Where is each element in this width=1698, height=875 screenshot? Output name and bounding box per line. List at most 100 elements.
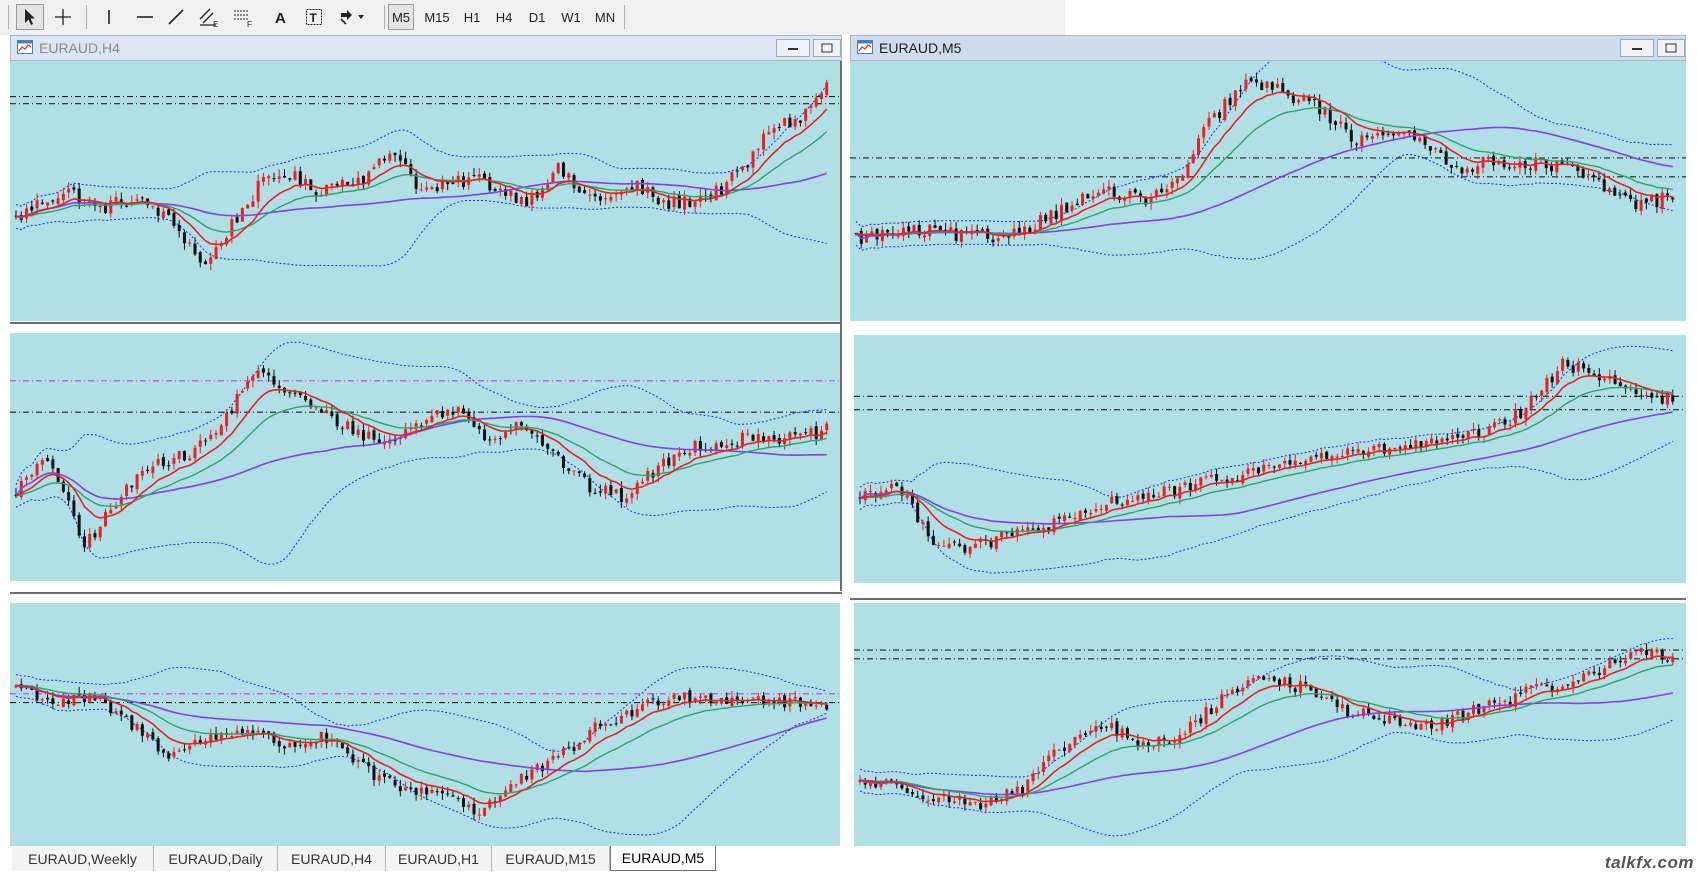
crosshair-tool-button[interactable]	[48, 4, 78, 30]
candle	[351, 749, 355, 766]
candle	[419, 781, 423, 800]
candle	[625, 709, 629, 718]
candle	[93, 529, 97, 541]
tab-euraud-daily[interactable]: EURAUD,Daily	[154, 846, 278, 871]
candle	[1099, 721, 1103, 733]
candle	[895, 778, 899, 789]
chart-panel-m5[interactable]	[850, 61, 1686, 321]
candle	[109, 503, 113, 514]
candle	[886, 229, 890, 238]
timeframe-button-h1[interactable]: H1	[458, 4, 486, 30]
tab-euraud-h4[interactable]: EURAUD,H4	[278, 846, 386, 871]
chart-panel-left-bottom[interactable]	[10, 603, 840, 846]
timeframe-button-m5[interactable]: M5	[388, 4, 414, 30]
chart-panel-left-middle[interactable]	[10, 333, 840, 581]
price-chart[interactable]	[854, 603, 1686, 846]
price-chart[interactable]	[850, 61, 1686, 321]
candle	[1428, 146, 1432, 156]
timeframe-button-w1[interactable]: W1	[556, 4, 586, 30]
timeframe-button-mn[interactable]: MN	[590, 4, 620, 30]
chart-window-icon	[17, 39, 33, 57]
window-title-m5[interactable]: EURAUD,M5	[850, 35, 1686, 61]
restore-button[interactable]	[813, 39, 841, 57]
text-label-tool-button[interactable]: T	[300, 4, 328, 30]
text-tool-button[interactable]: A	[268, 4, 294, 30]
minimize-button[interactable]	[776, 39, 810, 57]
candle	[35, 461, 39, 480]
candle	[1518, 156, 1522, 175]
candle	[640, 698, 644, 712]
candle	[1519, 406, 1523, 420]
candle	[1629, 189, 1633, 202]
candle	[519, 772, 523, 785]
candle	[1272, 675, 1276, 683]
candle	[819, 425, 823, 440]
chart-panel-right-bottom[interactable]	[854, 603, 1686, 846]
crosshair-icon	[54, 8, 72, 26]
candle	[1472, 422, 1475, 435]
candle	[330, 404, 334, 419]
tab-euraud-h1[interactable]: EURAUD,H1	[386, 846, 492, 871]
candle	[646, 697, 650, 708]
candle	[1471, 167, 1474, 176]
timeframe-button-h4[interactable]: H4	[490, 4, 518, 30]
candle	[1220, 689, 1224, 709]
restore-button[interactable]	[1657, 39, 1685, 57]
chart-panel-h4[interactable]	[10, 61, 840, 321]
price-chart[interactable]	[854, 335, 1686, 583]
toolbar-separator	[624, 5, 625, 29]
candle	[277, 169, 281, 184]
splitter-horizontal-top-left[interactable]	[10, 322, 842, 324]
candle	[514, 783, 518, 789]
candle	[1465, 166, 1469, 177]
price-chart[interactable]	[10, 61, 840, 321]
candle	[783, 117, 787, 127]
price-chart[interactable]	[10, 333, 840, 581]
candle	[756, 428, 760, 449]
candle	[1608, 655, 1612, 669]
candle	[1218, 109, 1222, 123]
horizontal-line-tool-button[interactable]	[130, 4, 160, 30]
chart-panel-right-middle[interactable]	[854, 335, 1686, 583]
timeframe-button-d1[interactable]: D1	[522, 4, 552, 30]
candle	[282, 387, 286, 396]
window-title-h4[interactable]: EURAUD,H4	[10, 35, 842, 61]
tab-euraud-m15[interactable]: EURAUD,M15	[492, 846, 610, 871]
splitter-horizontal-mid-left[interactable]	[10, 592, 842, 594]
window-title-label: EURAUD,M5	[879, 40, 962, 56]
candle	[1141, 490, 1145, 504]
price-chart[interactable]	[10, 603, 840, 846]
candle	[1099, 504, 1103, 516]
candle	[161, 748, 165, 758]
candle	[209, 728, 213, 748]
candle	[72, 183, 76, 194]
minimize-button[interactable]	[1620, 39, 1654, 57]
candle	[751, 433, 755, 442]
vertical-line-tool-button[interactable]	[98, 4, 120, 30]
tab-euraud-m5[interactable]: EURAUD,M5	[610, 846, 716, 871]
candle	[901, 221, 905, 242]
candle	[630, 704, 634, 721]
candle	[1550, 682, 1554, 697]
cursor-arrow-tool-button[interactable]	[16, 4, 44, 30]
timeframe-button-m15[interactable]: M15	[420, 4, 454, 30]
candle	[984, 797, 988, 814]
arrows-dropdown-tool-button[interactable]	[332, 4, 372, 30]
candle	[1639, 193, 1643, 216]
candle	[230, 406, 234, 415]
equidistant-channel-tool-button[interactable]: E	[194, 4, 224, 30]
splitter-horizontal-mid-right[interactable]	[850, 598, 1686, 600]
trendline-tool-button[interactable]	[162, 4, 190, 30]
candle	[514, 421, 518, 436]
splitter-vertical-left[interactable]	[840, 61, 842, 591]
candle	[509, 779, 513, 794]
candle	[209, 252, 213, 271]
tab-euraud-weekly[interactable]: EURAUD,Weekly	[12, 846, 154, 871]
candle	[114, 708, 118, 714]
candle	[1597, 666, 1601, 680]
candle	[814, 700, 818, 710]
candle	[1435, 728, 1439, 732]
candle	[477, 422, 481, 435]
candle	[1434, 146, 1438, 153]
fibonacci-retracement-tool-button[interactable]: F	[228, 4, 258, 30]
